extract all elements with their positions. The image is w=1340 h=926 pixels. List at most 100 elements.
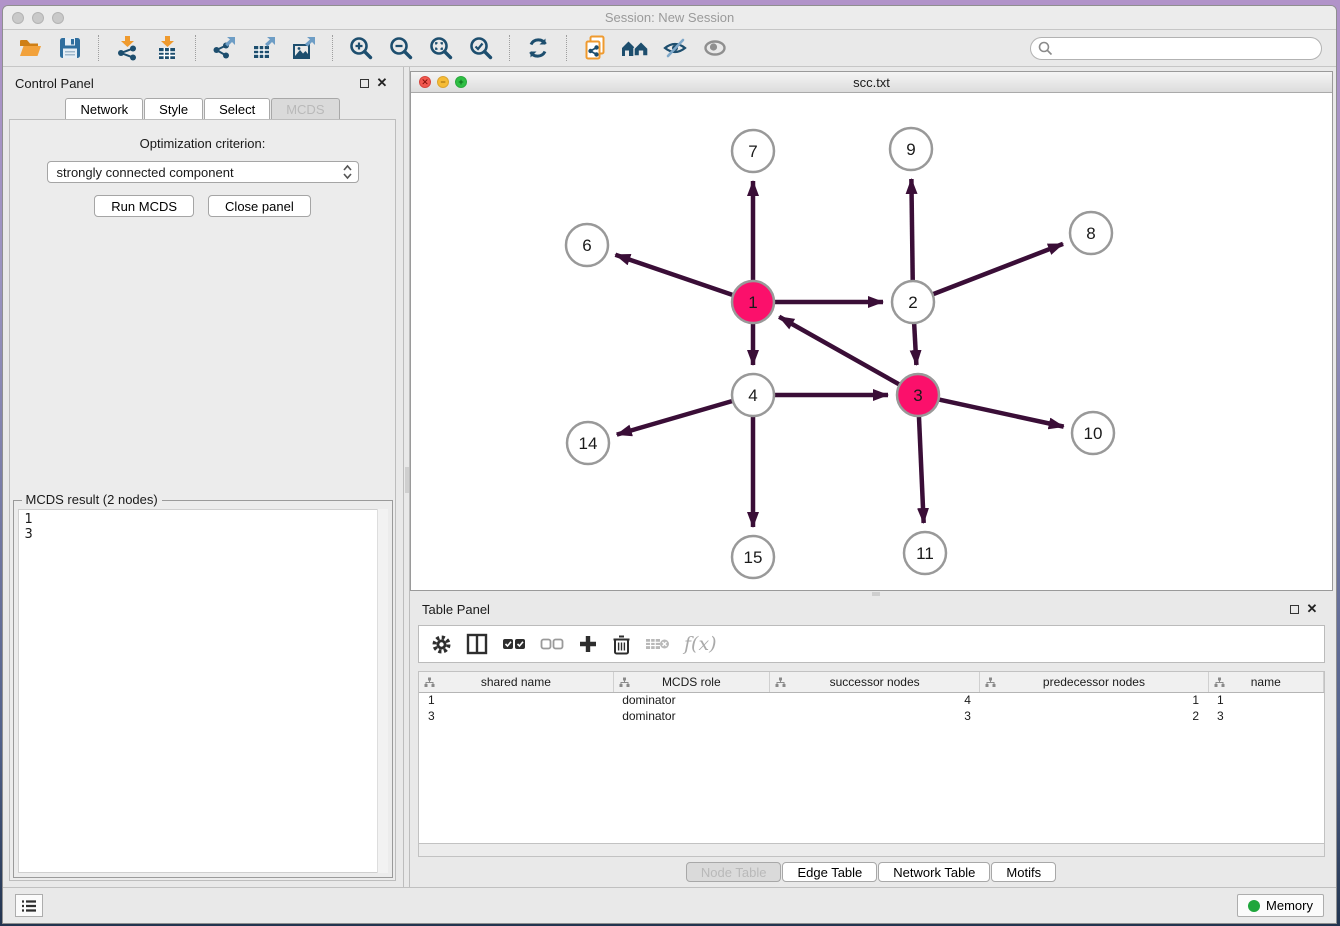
column-type-icon: [985, 677, 996, 688]
cell-name[interactable]: 1: [1208, 692, 1323, 708]
fit-content-button[interactable]: [424, 33, 458, 63]
deselect-all-button[interactable]: [540, 629, 564, 659]
import-table-button[interactable]: [150, 33, 184, 63]
cell-predecessor-nodes[interactable]: 1: [980, 692, 1208, 708]
graph-node-7[interactable]: 7: [732, 130, 774, 172]
close-icon: ✕: [377, 75, 388, 91]
export-table-button[interactable]: [247, 33, 281, 63]
run-mcds-button[interactable]: Run MCDS: [94, 195, 194, 217]
search-box: [1030, 37, 1322, 60]
window-title: Session: New Session: [3, 10, 1336, 25]
graph-node-9[interactable]: 9: [890, 128, 932, 170]
status-bar: Memory: [3, 887, 1336, 923]
column-header-name[interactable]: name: [1208, 672, 1323, 692]
node-label: 2: [908, 293, 917, 312]
gear-icon: [431, 634, 452, 655]
clone-network-button[interactable]: [578, 33, 612, 63]
memory-button[interactable]: Memory: [1237, 894, 1324, 917]
zoom-in-button[interactable]: [344, 33, 378, 63]
graph-node-15[interactable]: 15: [732, 536, 774, 578]
tab-network[interactable]: Network: [65, 98, 143, 119]
split-panel-button[interactable]: [466, 629, 488, 659]
network-view-window: ✕ − + scc.txt 7968124314101511: [410, 71, 1333, 591]
criterion-value: strongly connected component: [57, 165, 234, 180]
column-header-MCDS-role[interactable]: MCDS role: [613, 672, 769, 692]
zoom-out-button[interactable]: [384, 33, 418, 63]
float-control-panel-button[interactable]: [355, 74, 373, 92]
close-control-panel-button[interactable]: ✕: [373, 74, 391, 92]
node-label: 10: [1084, 424, 1103, 443]
network-canvas[interactable]: 7 9 6 8 1 2 4 3 14 10 15 11: [411, 93, 1332, 590]
show-all-button[interactable]: [698, 33, 732, 63]
table-settings-button[interactable]: [431, 629, 452, 659]
graph-edge-3-10[interactable]: [939, 399, 1064, 426]
select-all-button[interactable]: [502, 629, 526, 659]
table-horizontal-scrollbar[interactable]: [418, 844, 1325, 857]
mcds-result-scrollbar[interactable]: [377, 509, 388, 873]
panel-splitter[interactable]: [403, 67, 410, 887]
graph-edge-2-9[interactable]: [911, 179, 912, 281]
graph-node-6[interactable]: 6: [566, 224, 608, 266]
horizontal-splitter[interactable]: [410, 591, 1333, 597]
graph-edge-2-8[interactable]: [933, 244, 1063, 295]
delete-table-icon: [645, 636, 670, 652]
cell-name[interactable]: 3: [1208, 708, 1323, 724]
delete-table-button[interactable]: [645, 629, 670, 659]
column-header-shared-name[interactable]: shared name: [419, 672, 613, 692]
cell-successor-nodes[interactable]: 3: [769, 708, 980, 724]
save-session-button[interactable]: [53, 33, 87, 63]
graph-edge-2-3[interactable]: [914, 323, 916, 365]
float-table-panel-button[interactable]: [1285, 600, 1303, 618]
graph-edge-1-6[interactable]: [615, 255, 733, 295]
graph-node-10[interactable]: 10: [1072, 412, 1114, 454]
close-panel-button[interactable]: Close panel: [208, 195, 311, 217]
tab-select[interactable]: Select: [204, 98, 270, 119]
column-type-icon: [424, 677, 435, 688]
cell-MCDS-role[interactable]: dominator: [613, 708, 769, 724]
task-history-button[interactable]: [15, 894, 43, 917]
graph-node-11[interactable]: 11: [904, 532, 946, 574]
function-builder-button[interactable]: f(x): [684, 629, 717, 659]
hide-selected-button[interactable]: [658, 33, 692, 63]
optimization-criterion-label: Optimization criterion:: [140, 136, 266, 151]
graph-node-2[interactable]: 2: [892, 281, 934, 323]
graph-edge-4-14[interactable]: [617, 401, 733, 435]
criterion-select[interactable]: strongly connected component: [47, 161, 359, 183]
cell-shared-name[interactable]: 1: [419, 692, 613, 708]
graph-edge-3-1[interactable]: [779, 317, 900, 385]
search-input[interactable]: [1030, 37, 1322, 60]
cell-shared-name[interactable]: 3: [419, 708, 613, 724]
close-table-panel-button[interactable]: ✕: [1303, 600, 1321, 618]
cell-MCDS-role[interactable]: dominator: [613, 692, 769, 708]
add-column-button[interactable]: [578, 629, 598, 659]
import-network-button[interactable]: [110, 33, 144, 63]
graph-edge-3-11[interactable]: [919, 416, 924, 523]
apply-layout-button[interactable]: [521, 33, 555, 63]
fit-content-icon: [428, 35, 454, 61]
cell-predecessor-nodes[interactable]: 2: [980, 708, 1208, 724]
open-session-button[interactable]: [13, 33, 47, 63]
delete-column-button[interactable]: [612, 629, 631, 659]
column-header-predecessor-nodes[interactable]: predecessor nodes: [980, 672, 1208, 692]
node-label: 3: [913, 386, 922, 405]
graph-node-1[interactable]: 1: [732, 281, 774, 323]
tab-mcds[interactable]: MCDS: [271, 98, 339, 119]
graph-node-3[interactable]: 3: [897, 374, 939, 416]
export-network-button[interactable]: [207, 33, 241, 63]
zoom-selected-button[interactable]: [464, 33, 498, 63]
graph-node-14[interactable]: 14: [567, 422, 609, 464]
table-row[interactable]: 1dominator411: [419, 692, 1324, 708]
graph-node-4[interactable]: 4: [732, 374, 774, 416]
graph-node-8[interactable]: 8: [1070, 212, 1112, 254]
column-header-successor-nodes[interactable]: successor nodes: [769, 672, 980, 692]
tab-style[interactable]: Style: [144, 98, 203, 119]
table-row[interactable]: 3dominator323: [419, 708, 1324, 724]
first-neighbors-button[interactable]: [618, 33, 652, 63]
table-tab-network-table[interactable]: Network Table: [878, 862, 990, 882]
mcds-result-text[interactable]: 1 3: [18, 509, 388, 873]
export-image-button[interactable]: [287, 33, 321, 63]
table-tab-motifs[interactable]: Motifs: [991, 862, 1056, 882]
cell-successor-nodes[interactable]: 4: [769, 692, 980, 708]
table-tab-edge-table[interactable]: Edge Table: [782, 862, 877, 882]
table-tab-node-table[interactable]: Node Table: [686, 862, 782, 882]
